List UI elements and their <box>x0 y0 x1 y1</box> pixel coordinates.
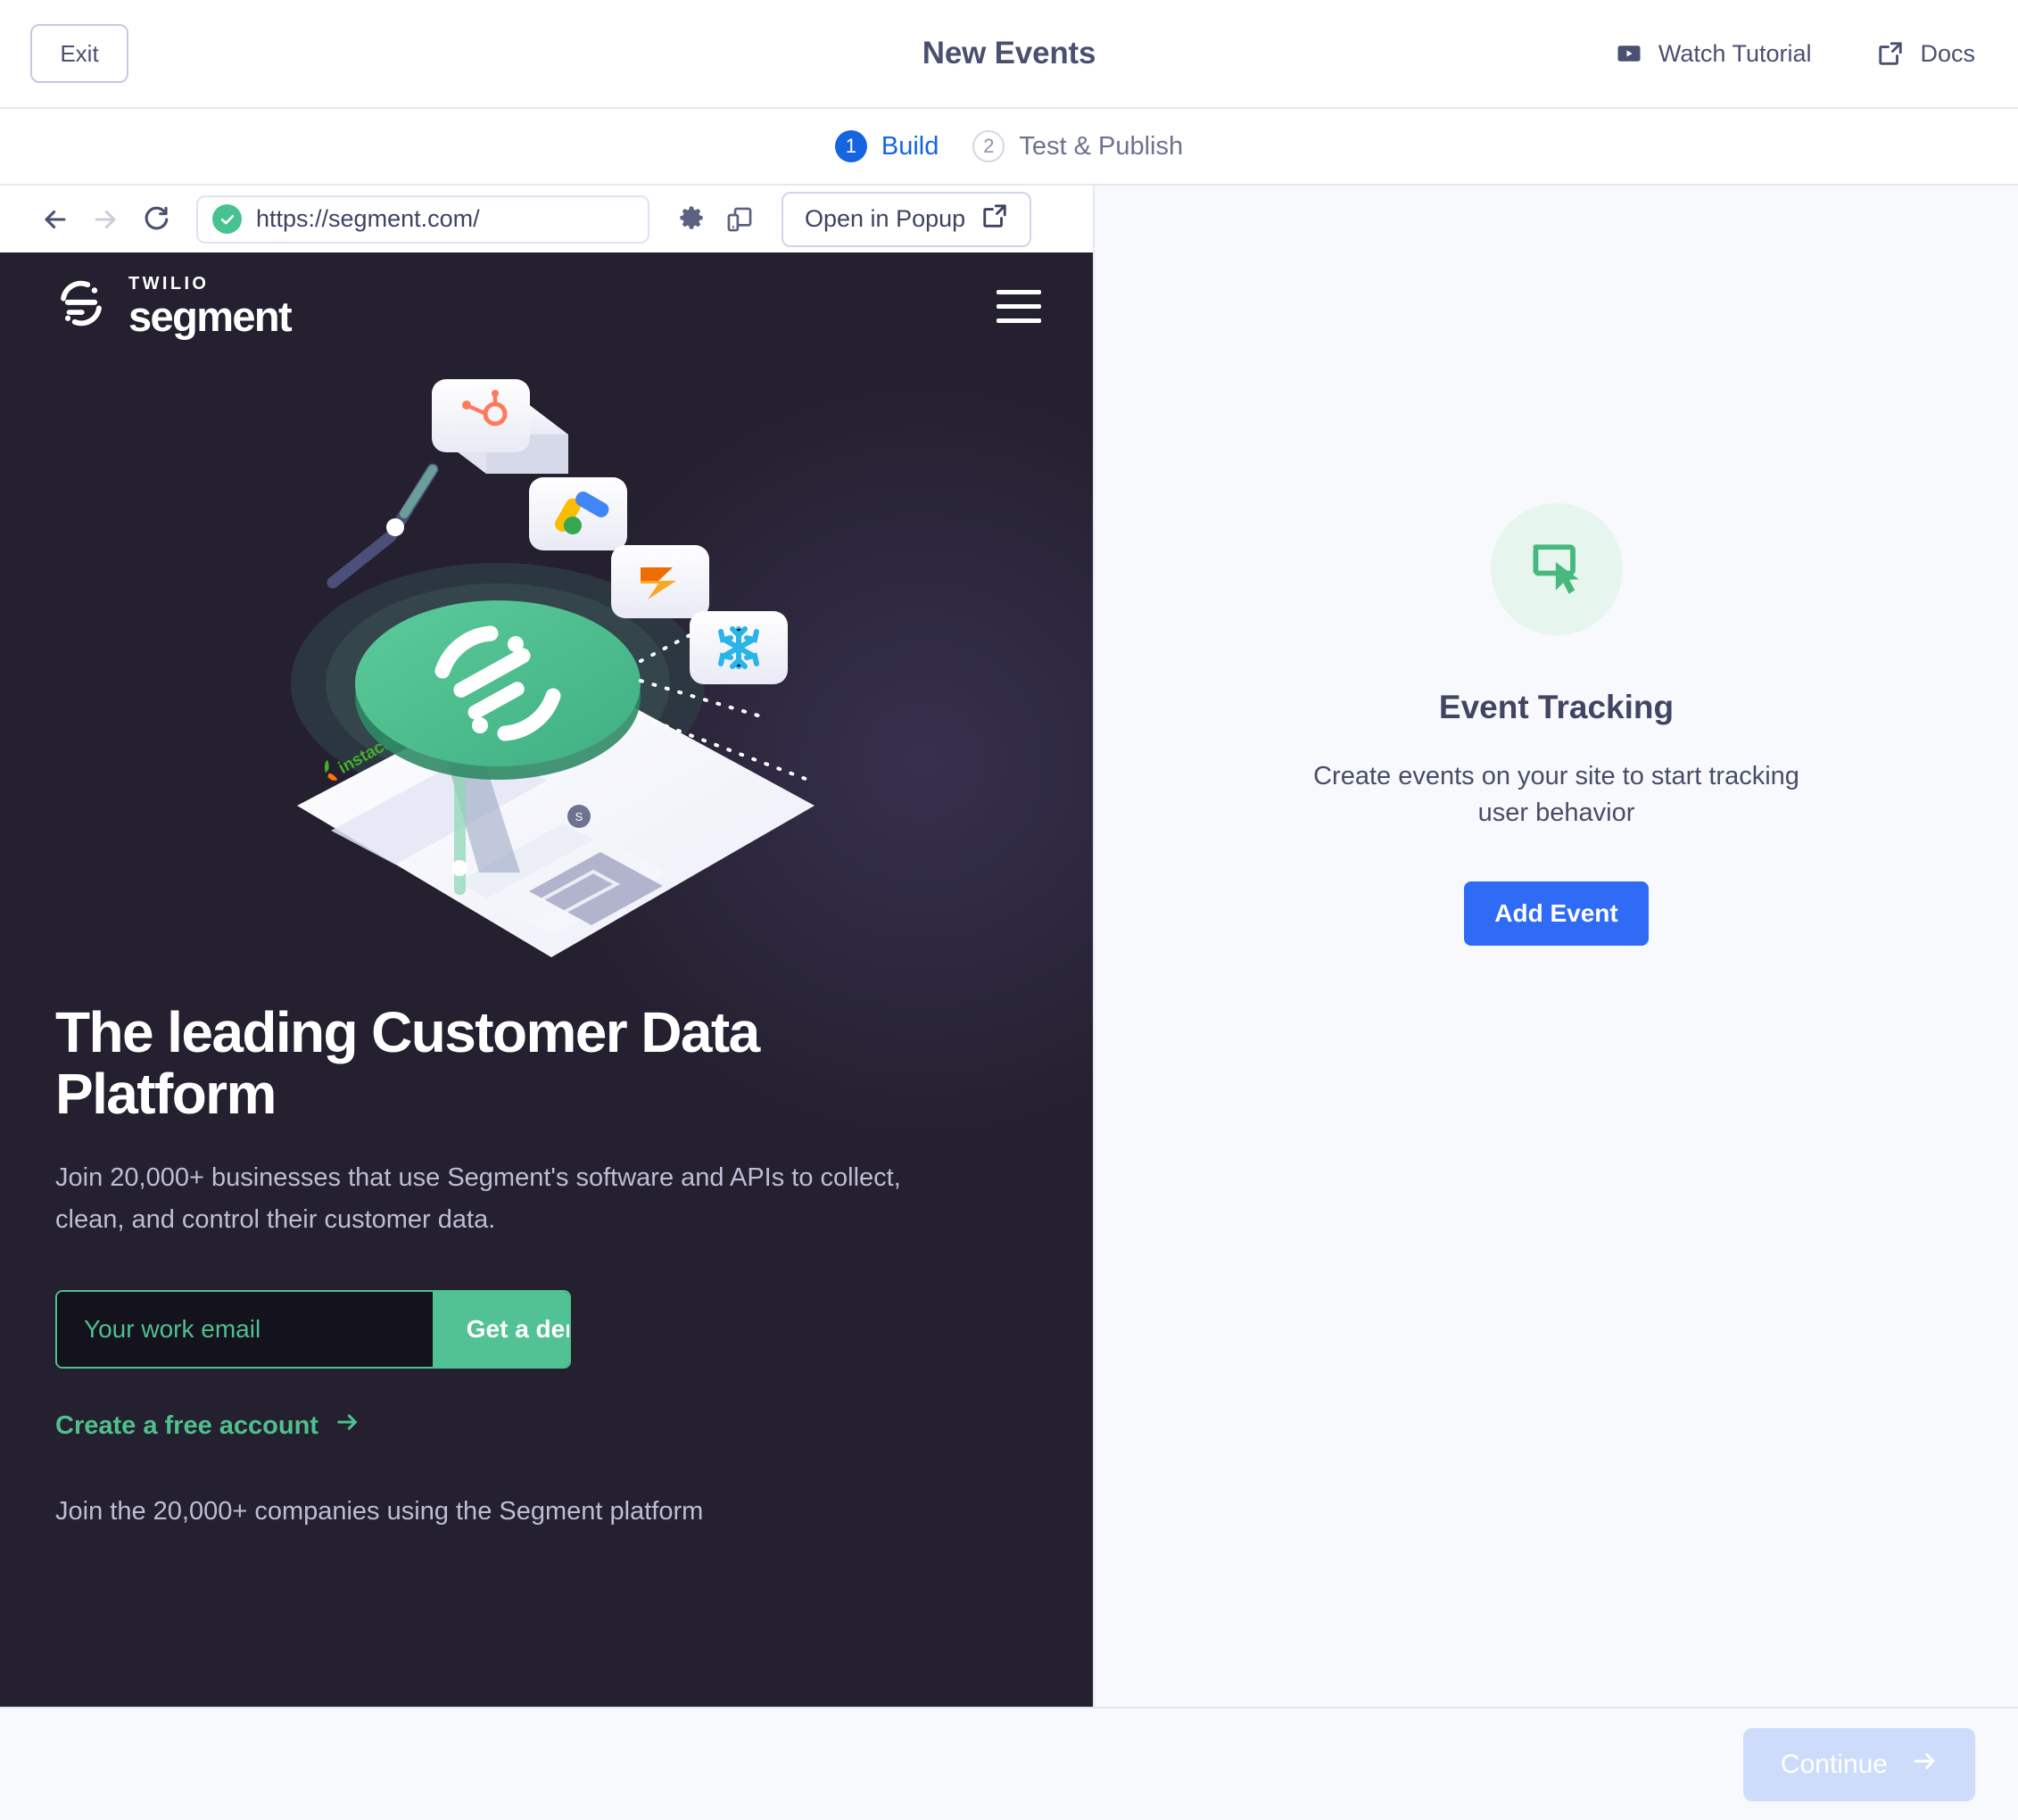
hero-copy: The leading Customer Data Platform Join … <box>0 1000 1093 1526</box>
create-free-account-link[interactable]: Create a free account <box>55 1410 360 1442</box>
segment-logo[interactable]: TWILIO segment <box>55 273 293 340</box>
snowflake-tile-icon <box>689 611 788 684</box>
app-header: Exit New Events Watch Tutorial Docs <box>0 0 2018 109</box>
exit-button-label: Exit <box>60 39 99 67</box>
secure-check-icon <box>212 204 242 234</box>
reload-button[interactable] <box>130 194 180 244</box>
url-input[interactable]: https://segment.com/ <box>196 194 649 244</box>
empty-state-description: Create events on your site to start trac… <box>1313 762 1799 828</box>
work-email-input[interactable] <box>57 1292 433 1367</box>
brand-twilio-label: TWILIO <box>128 273 210 294</box>
step-build-label: Build <box>881 131 939 161</box>
embedded-website[interactable]: TWILIO segment S instacart The leading C… <box>0 252 1093 1707</box>
site-navbar: TWILIO segment <box>0 252 1093 360</box>
demo-signup-form: Get a demo <box>55 1290 571 1369</box>
header-actions: Watch Tutorial Docs <box>1616 40 1975 68</box>
cdp-diagram-icon: S instacart <box>290 379 815 957</box>
responsive-devices-icon[interactable] <box>715 195 764 244</box>
step-test-publish[interactable]: 2 Test & Publish <box>972 130 1183 162</box>
docs-label: Docs <box>1920 39 1975 67</box>
companies-tagline: Join the 20,000+ companies using the Seg… <box>55 1497 704 1526</box>
svg-text:S: S <box>575 810 583 823</box>
hamburger-menu-icon[interactable] <box>997 289 1041 323</box>
segment-core-icon <box>354 600 641 780</box>
arrow-right-icon <box>335 1410 360 1442</box>
get-a-demo-button[interactable]: Get a demo <box>433 1292 569 1367</box>
analytics-tile-icon <box>610 545 709 618</box>
main-content: https://segment.com/ Open in Popup TWILI… <box>0 186 2018 1707</box>
google-ads-tile-icon <box>528 477 627 550</box>
empty-state-title: Event Tracking <box>1438 689 1675 725</box>
cursor-click-icon <box>1490 503 1623 635</box>
continue-button-label: Continue <box>1780 1749 1888 1779</box>
event-tracking-empty-state: Event Tracking Create events on your sit… <box>1307 503 1807 1707</box>
wizard-footer: Continue <box>0 1707 2018 1820</box>
brand-segment-label: segment <box>128 292 293 340</box>
add-event-button[interactable]: Add Event <box>1464 881 1649 947</box>
gear-icon[interactable] <box>667 195 715 244</box>
open-in-popup-button[interactable]: Open in Popup <box>782 191 1032 247</box>
forward-button[interactable] <box>80 194 130 244</box>
arrow-right-icon <box>1911 1748 1938 1782</box>
hero-subheadline: Join 20,000+ businesses that use Segment… <box>55 1163 901 1234</box>
step-build[interactable]: 1 Build <box>834 130 939 162</box>
step-test-publish-label: Test & Publish <box>1019 131 1184 161</box>
play-video-icon <box>1616 40 1642 67</box>
continue-button[interactable]: Continue <box>1742 1727 1975 1801</box>
create-free-account-label: Create a free account <box>55 1410 318 1440</box>
step-test-publish-number: 2 <box>972 130 1005 162</box>
segment-mark-icon <box>55 277 107 334</box>
hero-headline: The leading Customer Data Platform <box>55 1000 760 1127</box>
docs-link[interactable]: Docs <box>1877 40 1975 68</box>
external-link-icon <box>1877 40 1904 67</box>
hubspot-tile-icon <box>431 379 568 474</box>
watch-tutorial-link[interactable]: Watch Tutorial <box>1616 39 1812 68</box>
hero-illustration: S instacart <box>0 360 1093 1002</box>
open-in-popup-label: Open in Popup <box>805 205 966 232</box>
wizard-stepper: 1 Build 2 Test & Publish <box>0 109 2018 186</box>
url-text: https://segment.com/ <box>256 205 480 232</box>
browser-toolbar: https://segment.com/ Open in Popup <box>0 186 1093 252</box>
watch-tutorial-label: Watch Tutorial <box>1658 39 1812 67</box>
exit-button[interactable]: Exit <box>30 24 128 83</box>
browser-preview-pane: https://segment.com/ Open in Popup TWILI… <box>0 186 1095 1707</box>
back-button[interactable] <box>30 194 80 244</box>
step-build-number: 1 <box>834 130 867 162</box>
event-config-pane: Event Tracking Create events on your sit… <box>1095 186 2018 1707</box>
external-link-icon <box>981 203 1008 236</box>
